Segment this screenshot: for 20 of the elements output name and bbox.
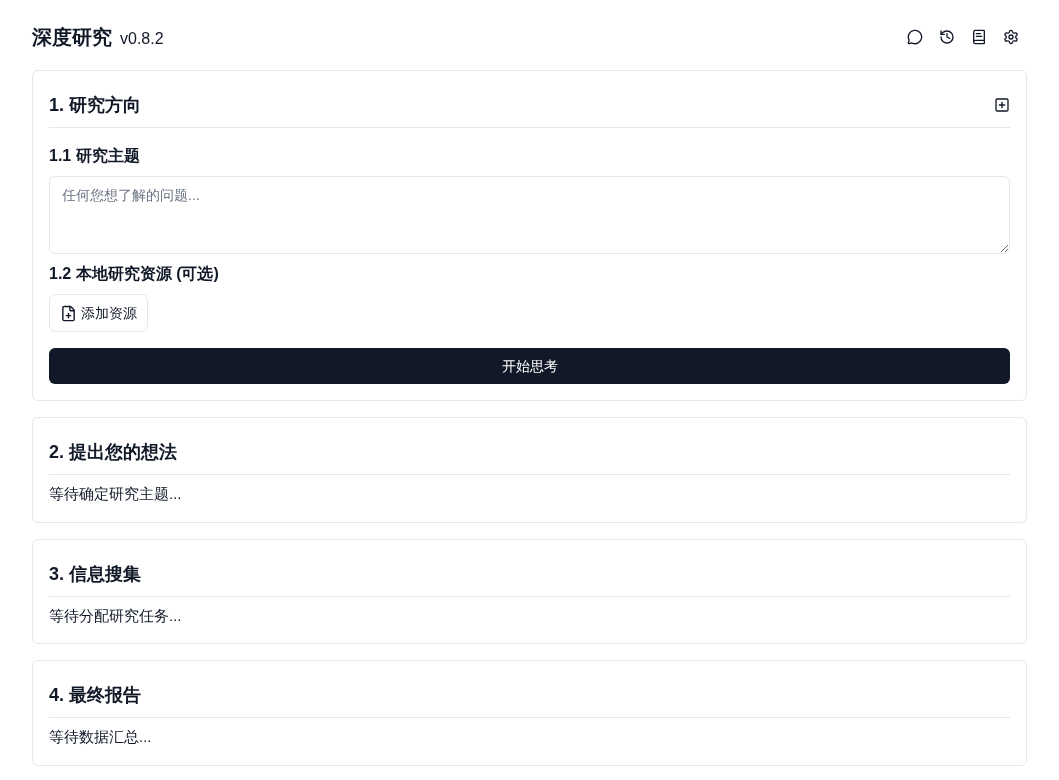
status-text: 等待确定研究主题... [49,484,183,504]
app-title: 深度研究 [32,25,112,50]
section-title: 1. 研究方向 [49,94,141,117]
status-text: 等待分配研究任务... [49,605,183,626]
book-icon[interactable] [971,29,987,45]
start-button[interactable]: 开始思考 [49,348,1010,384]
subsection-title: 1.1 研究主题 [49,146,141,166]
section-title: 2. 提出您的想法 [49,441,177,464]
topic-field[interactable]: 任何您想了解的问题... [49,176,1010,254]
section-title: 4. 最终报告 [49,684,141,707]
version-label: v0.8.2 [120,29,164,49]
status-text: 等待数据汇总... [49,727,153,747]
subsection-title: 1.2 本地研究资源 (可选) [49,264,220,284]
add-resource-button[interactable]: 添加资源 [49,294,148,332]
history-icon[interactable] [939,29,955,45]
section-title: 3. 信息搜集 [49,562,141,586]
file-plus-icon [60,304,77,322]
expand-icon[interactable] [994,97,1010,113]
chat-icon[interactable] [907,29,923,45]
settings-icon[interactable] [1003,29,1019,45]
